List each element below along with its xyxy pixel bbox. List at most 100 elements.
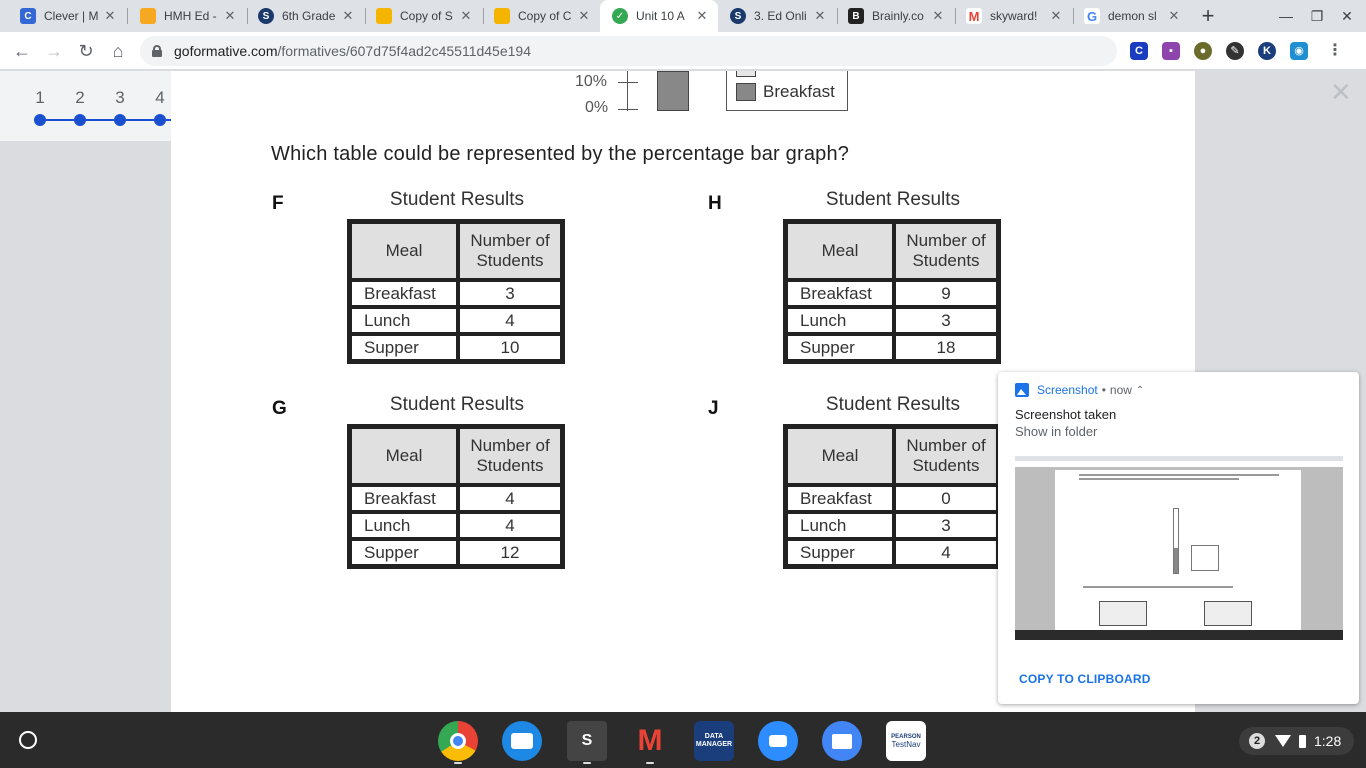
tab-copy-of-c[interactable]: Copy of C ✕ bbox=[482, 0, 600, 32]
table-row: Lunch 3 bbox=[786, 512, 998, 539]
close-tab-icon[interactable]: ✕ bbox=[1048, 8, 1064, 24]
option-letter: G bbox=[272, 398, 287, 419]
data-manager-label: DATA MANAGER bbox=[695, 733, 733, 748]
tab-hmh[interactable]: HMH Ed - ✕ bbox=[128, 0, 246, 32]
option-letter: H bbox=[708, 193, 722, 214]
question-number[interactable]: 2 bbox=[70, 88, 90, 108]
option-h-table[interactable]: Meal Number of Students Breakfast 9 Lunch 3… bbox=[783, 219, 1001, 364]
meal-cell: Lunch bbox=[350, 512, 458, 539]
tab-copy-of-s[interactable]: Copy of S ✕ bbox=[364, 0, 482, 32]
tab-brainly[interactable]: B Brainly.co ✕ bbox=[836, 0, 954, 32]
tab-6th-grade[interactable]: S 6th Grade ✕ bbox=[246, 0, 364, 32]
brainly-icon: B bbox=[848, 8, 864, 24]
progress-dot[interactable] bbox=[114, 114, 126, 126]
count-cell: 4 bbox=[458, 512, 562, 539]
tab-title: HMH Ed - bbox=[164, 9, 217, 23]
chrome-icon[interactable] bbox=[438, 721, 478, 761]
testnav-label: TestNav bbox=[891, 740, 921, 749]
tab-ed-online[interactable]: S 3. Ed Onli ✕ bbox=[718, 0, 836, 32]
notification-title: Screenshot taken bbox=[1015, 407, 1117, 422]
data-manager-icon[interactable]: DATA MANAGER bbox=[694, 721, 734, 761]
screencast-extension-icon[interactable]: ◉ bbox=[1290, 42, 1308, 60]
option-g-table[interactable]: Meal Number of Students Breakfast 4 Lunch 4… bbox=[347, 424, 565, 569]
menu-icon[interactable]: ⋮ bbox=[1326, 42, 1344, 60]
screenshot-notification[interactable]: Screenshot • now ⌃ Screenshot taken Show… bbox=[998, 372, 1359, 704]
address-bar[interactable]: goformative.com/formatives/607d75f4ad2c4… bbox=[140, 36, 1117, 66]
minimize-icon[interactable]: — bbox=[1276, 6, 1296, 26]
url-path: /formatives/607d75f4ad2c45511d45e194 bbox=[277, 43, 531, 59]
column-header: Number of Students bbox=[894, 427, 998, 485]
close-icon[interactable]: ✕ bbox=[1330, 77, 1352, 108]
table-row: Supper 18 bbox=[786, 334, 998, 361]
close-tab-icon[interactable]: ✕ bbox=[694, 8, 710, 24]
close-tab-icon[interactable]: ✕ bbox=[812, 8, 828, 24]
close-window-icon[interactable]: ✕ bbox=[1337, 6, 1357, 26]
tab-skyward[interactable]: M skyward! ✕ bbox=[954, 0, 1072, 32]
close-tab-icon[interactable]: ✕ bbox=[576, 8, 592, 24]
eye-extension-icon[interactable]: ● bbox=[1194, 42, 1212, 60]
schoology-icon[interactable]: S bbox=[567, 721, 607, 761]
axis-tick bbox=[618, 109, 638, 110]
zoom-icon[interactable] bbox=[758, 721, 798, 761]
header-line: Number of bbox=[470, 231, 550, 250]
brush-extension-icon[interactable]: ✎ bbox=[1226, 42, 1244, 60]
question-number[interactable]: 4 bbox=[150, 88, 170, 108]
twitch-extension-icon[interactable]: ▪ bbox=[1162, 42, 1180, 60]
question-number[interactable]: 3 bbox=[110, 88, 130, 108]
progress-dot[interactable] bbox=[34, 114, 46, 126]
close-tab-icon[interactable]: ✕ bbox=[340, 8, 356, 24]
meal-cell: Breakfast bbox=[786, 280, 894, 307]
screenshot-thumbnail[interactable] bbox=[1015, 456, 1343, 640]
tab-unit-10[interactable]: ✓ Unit 10 A ✕ bbox=[600, 0, 718, 32]
browser-toolbar: ← → ↻ ⌂ goformative.com/formatives/607d7… bbox=[0, 32, 1366, 70]
close-tab-icon[interactable]: ✕ bbox=[1166, 8, 1182, 24]
header-line: Students bbox=[912, 456, 980, 475]
meal-cell: Lunch bbox=[786, 512, 894, 539]
chevron-up-icon[interactable]: ⌃ bbox=[1136, 385, 1144, 396]
thumb-toolbar bbox=[1015, 461, 1343, 467]
option-j-table[interactable]: Meal Number of Students Breakfast 0 Lunch 3… bbox=[783, 424, 1001, 569]
classroom-glyph bbox=[511, 733, 533, 749]
progress-dot[interactable] bbox=[74, 114, 86, 126]
schoology-icon: S bbox=[258, 8, 274, 24]
notification-header[interactable]: Screenshot • now ⌃ bbox=[1015, 383, 1144, 397]
reload-icon[interactable]: ↻ bbox=[74, 39, 98, 63]
kami-extension-icon[interactable]: K bbox=[1258, 42, 1276, 60]
close-tab-icon[interactable]: ✕ bbox=[222, 8, 238, 24]
status-tray[interactable]: 2 1:28 bbox=[1239, 727, 1354, 755]
header-line: Students bbox=[476, 456, 544, 475]
close-tab-icon[interactable]: ✕ bbox=[102, 8, 118, 24]
forward-icon[interactable]: → bbox=[42, 39, 66, 63]
classroom-icon[interactable] bbox=[502, 721, 542, 761]
clever-icon: C bbox=[20, 8, 36, 24]
testnav-icon[interactable]: PEARSON TestNav bbox=[886, 721, 926, 761]
thumb-table bbox=[1099, 601, 1147, 626]
back-icon[interactable]: ← bbox=[10, 39, 34, 63]
new-tab-button[interactable]: + bbox=[1196, 4, 1220, 28]
restore-icon[interactable]: ❐ bbox=[1307, 6, 1327, 26]
tab-demon-slayer[interactable]: G demon sl ✕ bbox=[1072, 0, 1190, 32]
files-icon[interactable] bbox=[822, 721, 862, 761]
show-in-folder-link[interactable]: Show in folder bbox=[1015, 424, 1097, 439]
tab-clever[interactable]: C Clever | M ✕ bbox=[8, 0, 126, 32]
clever-extension-icon[interactable]: C bbox=[1130, 42, 1148, 60]
meal-cell: Supper bbox=[350, 334, 458, 361]
launcher-icon[interactable] bbox=[19, 731, 37, 749]
home-icon[interactable]: ⌂ bbox=[106, 39, 130, 63]
close-tab-icon[interactable]: ✕ bbox=[930, 8, 946, 24]
table-title: Student Results bbox=[825, 189, 961, 210]
header-line: Students bbox=[912, 251, 980, 270]
notification-app: Screenshot bbox=[1037, 383, 1098, 397]
progress-dot[interactable] bbox=[154, 114, 166, 126]
close-tab-icon[interactable]: ✕ bbox=[458, 8, 474, 24]
option-f-table[interactable]: Meal Number of Students Breakfast 3 Lunch 4… bbox=[347, 219, 565, 364]
meal-cell: Breakfast bbox=[350, 280, 458, 307]
question-number[interactable]: 1 bbox=[30, 88, 50, 108]
table-row: Lunch 3 bbox=[786, 307, 998, 334]
thumb-table bbox=[1204, 601, 1252, 626]
copy-to-clipboard-button[interactable]: COPY TO CLIPBOARD bbox=[1019, 672, 1151, 686]
column-header: Meal bbox=[786, 427, 894, 485]
table-row: Breakfast 4 bbox=[350, 485, 562, 512]
table-header-row: Meal Number of Students bbox=[786, 427, 998, 485]
gmail-icon[interactable]: M bbox=[630, 721, 670, 761]
